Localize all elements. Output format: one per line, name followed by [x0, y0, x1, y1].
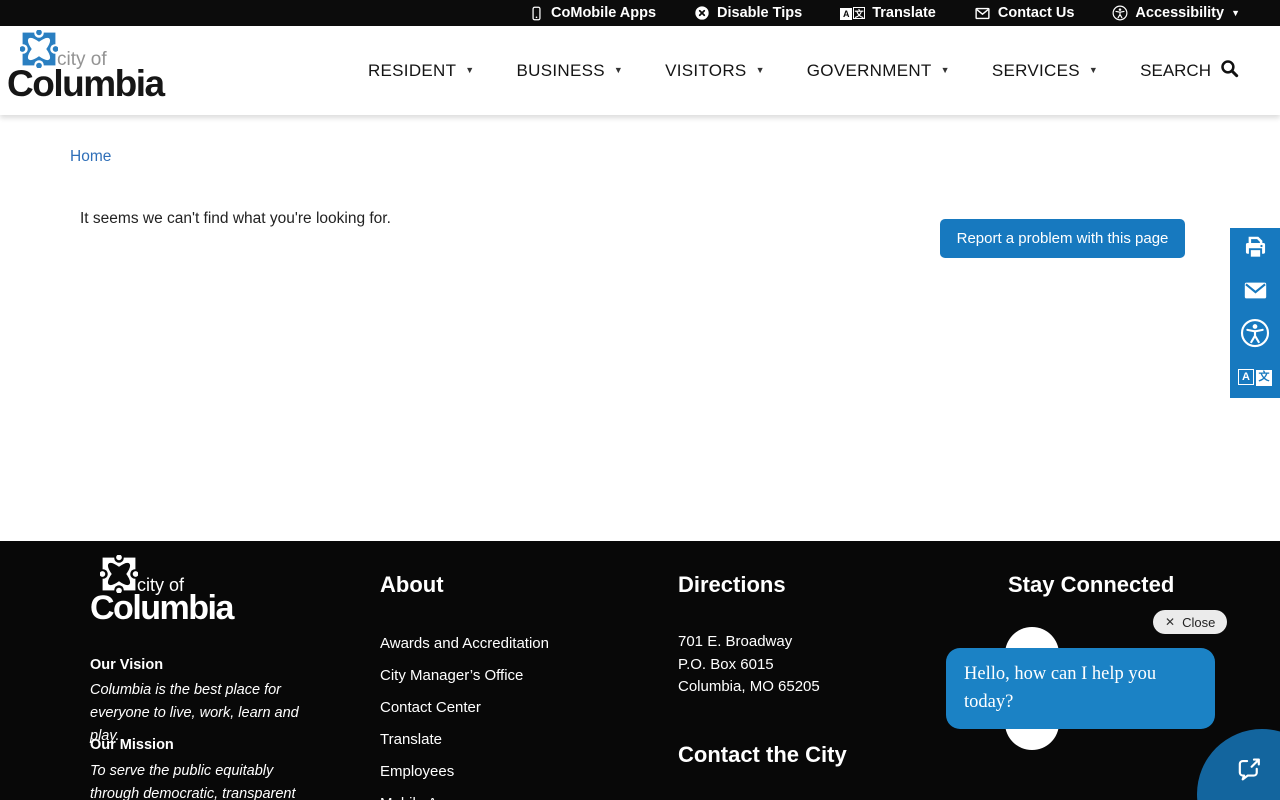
chevron-down-icon: ▼: [613, 65, 624, 75]
circle-x-icon: [694, 5, 710, 21]
translate-label: Translate: [872, 5, 936, 21]
envelope-icon: [974, 5, 991, 22]
translate-boxes-icon: A文: [840, 5, 866, 21]
link-awards-accreditation[interactable]: Awards and Accreditation: [380, 635, 549, 652]
about-links: Awards and Accreditation City Manager’s …: [380, 635, 549, 800]
nav-services-label: SERVICES: [991, 60, 1080, 80]
comobile-apps-label: CoMobile Apps: [551, 5, 657, 21]
translate-link[interactable]: A文 Translate: [840, 5, 936, 21]
mission-title: Our Mission: [90, 737, 174, 753]
chat-greeting-bubble[interactable]: Hello, how can I help you today?: [946, 648, 1215, 729]
report-problem-button[interactable]: Report a problem with this page: [940, 219, 1185, 258]
email-icon: [1242, 277, 1269, 307]
chevron-down-icon: ▼: [1088, 65, 1099, 75]
logo-columbia-text: Columbia: [7, 63, 165, 104]
footer-logo[interactable]: city of Columbia: [90, 553, 290, 635]
chevron-down-icon: ▼: [465, 65, 475, 75]
mission-text: To serve the public equitably through de…: [90, 763, 296, 800]
search-icon: [1219, 58, 1240, 84]
link-city-managers-office[interactable]: City Manager’s Office: [380, 667, 549, 684]
contact-city-heading: Contact the City: [678, 741, 847, 767]
page: CoMobile Apps Disable Tips A文 Translate …: [0, 0, 1280, 800]
stay-connected-heading: Stay Connected: [1008, 572, 1175, 597]
contact-us-link[interactable]: Contact Us: [974, 5, 1075, 22]
utility-bar: CoMobile Apps Disable Tips A文 Translate …: [0, 0, 1280, 26]
accessibility-label: Accessibility: [1135, 5, 1225, 21]
site-logo[interactable]: city of Columbia: [7, 26, 207, 115]
email-button[interactable]: [1230, 271, 1280, 314]
about-heading: About: [380, 572, 444, 597]
accessibility-icon: [1112, 5, 1128, 21]
disable-tips-link[interactable]: Disable Tips: [694, 5, 802, 21]
link-contact-center[interactable]: Contact Center: [380, 699, 549, 716]
contact-us-label: Contact Us: [997, 5, 1075, 21]
search-button[interactable]: SEARCH: [1140, 58, 1240, 84]
comobile-apps-link[interactable]: CoMobile Apps: [529, 5, 656, 21]
nav-government-label: GOVERNMENT: [806, 60, 932, 80]
share-toolbar: A文: [1230, 228, 1280, 398]
vision-title: Our Vision: [90, 657, 164, 673]
link-employees[interactable]: Employees: [380, 763, 549, 780]
nav-business[interactable]: BUSINESS ▼: [517, 61, 624, 81]
address-block: 701 E. Broadway P.O. Box 6015 Columbia, …: [678, 631, 847, 699]
translate-icon: A文: [1238, 368, 1272, 386]
chat-close-button[interactable]: ✕ Close: [1153, 610, 1228, 634]
link-translate[interactable]: Translate: [380, 731, 549, 748]
accessibility-icon: [1240, 318, 1270, 351]
smartphone-icon: [529, 6, 544, 21]
footer-stay-connected-column: Stay Connected: [1008, 572, 1174, 598]
footer-directions-column: Directions 701 E. Broadway P.O. Box 6015…: [678, 572, 847, 768]
print-button[interactable]: [1230, 228, 1280, 271]
not-found-message: It seems we can't find what you're looki…: [80, 210, 391, 227]
chevron-down-icon: ▼: [755, 65, 765, 75]
address-line-3: Columbia, MO 65205: [678, 678, 820, 695]
nav-resident[interactable]: RESIDENT ▼: [368, 61, 475, 81]
address-line-1: 701 E. Broadway: [678, 633, 793, 650]
close-icon: ✕: [1165, 615, 1176, 629]
chevron-down-icon: ▼: [1231, 7, 1240, 18]
main-nav: RESIDENT ▼ BUSINESS ▼ VISITORS ▼ GOVERNM…: [368, 26, 1240, 115]
site-header: city of Columbia RESIDENT ▼ BUSINESS ▼ V…: [0, 26, 1280, 115]
accessibility-menu[interactable]: Accessibility ▼: [1112, 5, 1240, 21]
nav-visitors-label: VISITORS: [665, 60, 747, 80]
print-icon: [1242, 234, 1269, 264]
chevron-down-icon: ▼: [940, 65, 950, 75]
footer-logo-columbia-text: Columbia: [90, 589, 234, 627]
nav-resident-label: RESIDENT: [367, 60, 457, 80]
search-label: SEARCH: [1140, 60, 1211, 80]
nav-visitors[interactable]: VISITORS ▼: [665, 61, 765, 81]
translate-button[interactable]: A文: [1230, 356, 1280, 399]
link-mobile-apps[interactable]: Mobile Apps: [380, 795, 549, 800]
directions-heading: Directions: [678, 572, 786, 597]
breadcrumb-home-link[interactable]: Home: [70, 148, 111, 166]
nav-services[interactable]: SERVICES ▼: [992, 61, 1098, 81]
chat-close-label: Close: [1182, 614, 1216, 630]
footer-about-column: About Awards and Accreditation City Mana…: [380, 572, 549, 800]
accessibility-tools-button[interactable]: [1230, 313, 1280, 356]
address-line-2: P.O. Box 6015: [678, 655, 774, 673]
disable-tips-label: Disable Tips: [717, 5, 803, 21]
nav-business-label: BUSINESS: [516, 60, 605, 80]
nav-government[interactable]: GOVERNMENT ▼: [807, 61, 950, 81]
